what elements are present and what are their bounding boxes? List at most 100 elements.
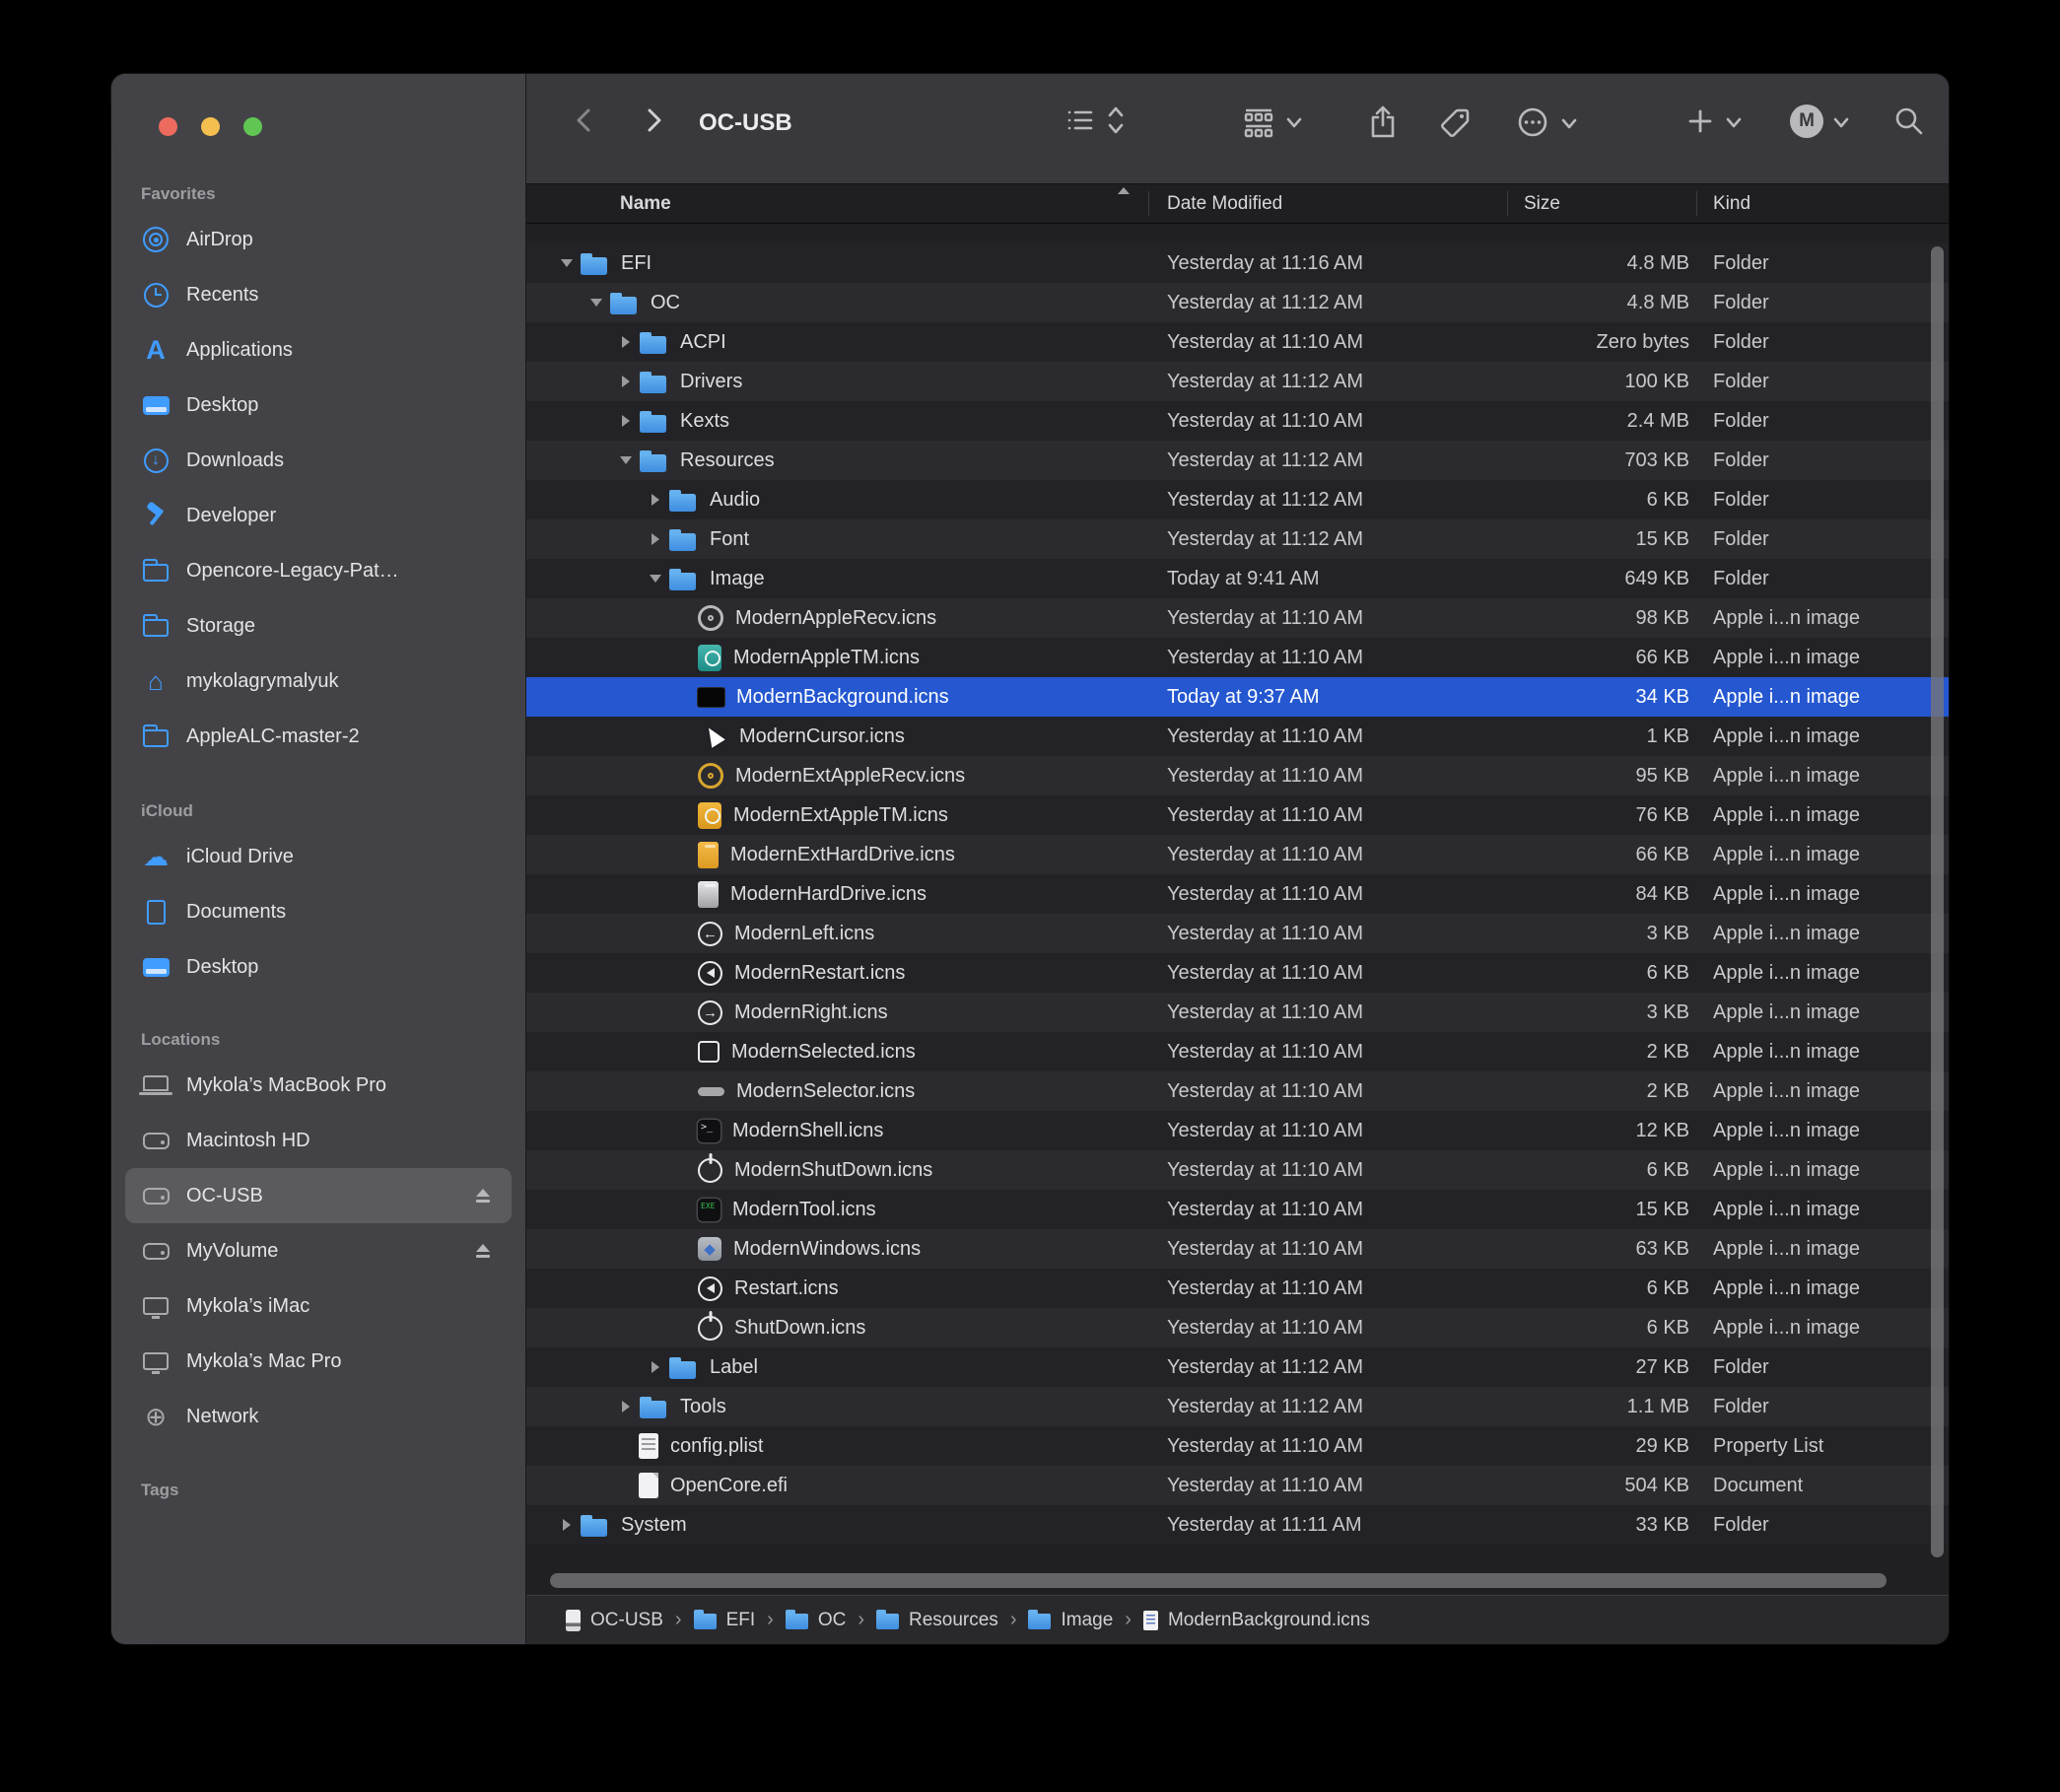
sidebar-item-myvolume[interactable]: MyVolume	[125, 1223, 512, 1278]
column-header-date-modified[interactable]: Date Modified	[1167, 184, 1282, 224]
column-divider[interactable]	[1148, 191, 1149, 216]
breadcrumb-item[interactable]: Resources	[876, 1610, 998, 1631]
sidebar-item-mykolagrymalyuk[interactable]: ⌂mykolagrymalyuk	[125, 654, 512, 709]
file-row[interactable]: Restart.icnsYesterday at 11:10 AM6 KBApp…	[526, 1269, 1949, 1308]
file-row[interactable]: ModernSelected.icnsYesterday at 11:10 AM…	[526, 1032, 1949, 1071]
sidebar-item-storage[interactable]: Storage	[125, 598, 512, 654]
file-row[interactable]: ModernExtAppleTM.icnsYesterday at 11:10 …	[526, 795, 1949, 835]
disclosure-down-icon[interactable]	[643, 559, 668, 598]
file-row[interactable]: ModernRestart.icnsYesterday at 11:10 AM6…	[526, 953, 1949, 993]
share-button[interactable]	[1366, 103, 1400, 141]
eject-icon[interactable]	[474, 1188, 492, 1205]
file-row[interactable]: ModernExtAppleRecv.icnsYesterday at 11:1…	[526, 756, 1949, 795]
file-row[interactable]: ModernTool.icnsYesterday at 11:10 AM15 K…	[526, 1190, 1949, 1229]
disclosure-right-icon[interactable]	[613, 1387, 639, 1426]
sidebar-item-mykola-s-macbook-pro[interactable]: Mykola’s MacBook Pro	[125, 1058, 512, 1113]
breadcrumb-item[interactable]: Image	[1028, 1610, 1113, 1631]
file-row[interactable]: ModernSelector.icnsYesterday at 11:10 AM…	[526, 1071, 1949, 1111]
file-kind: Apple i...n image	[1713, 953, 1860, 993]
group-by-button[interactable]	[1241, 103, 1304, 139]
file-row[interactable]: LabelYesterday at 11:12 AM27 KBFolder	[526, 1347, 1949, 1387]
breadcrumb-item[interactable]: OC	[786, 1610, 847, 1631]
breadcrumb-item[interactable]: OC-USB	[566, 1610, 663, 1631]
file-kind: Apple i...n image	[1713, 756, 1860, 795]
sidebar-item-documents[interactable]: Documents	[125, 884, 512, 939]
file-row[interactable]: FontYesterday at 11:12 AM15 KBFolder	[526, 519, 1949, 559]
tags-button[interactable]	[1437, 103, 1475, 141]
file-row[interactable]: ModernExtHardDrive.icnsYesterday at 11:1…	[526, 835, 1949, 874]
eject-icon[interactable]	[474, 1243, 492, 1260]
column-divider[interactable]	[1507, 191, 1508, 216]
new-folder-button[interactable]	[1684, 103, 1744, 139]
sidebar-item-desktop[interactable]: Desktop	[125, 378, 512, 433]
sidebar-item-airdrop[interactable]: AirDrop	[125, 212, 512, 267]
forward-button[interactable]	[639, 103, 668, 137]
sidebar-item-macintosh-hd[interactable]: Macintosh HD	[125, 1113, 512, 1168]
file-row[interactable]: ModernLeft.icnsYesterday at 11:10 AM3 KB…	[526, 914, 1949, 953]
file-row[interactable]: ModernHardDrive.icnsYesterday at 11:10 A…	[526, 874, 1949, 914]
file-row[interactable]: config.plistYesterday at 11:10 AM29 KBPr…	[526, 1426, 1949, 1466]
sidebar-item-network[interactable]: ⊕Network	[125, 1389, 512, 1444]
file-row[interactable]: ModernCursor.icnsYesterday at 11:10 AM1 …	[526, 717, 1949, 756]
file-row[interactable]: ToolsYesterday at 11:12 AM1.1 MBFolder	[526, 1387, 1949, 1426]
disclosure-down-icon[interactable]	[613, 441, 639, 480]
file-row[interactable]: AudioYesterday at 11:12 AM6 KBFolder	[526, 480, 1949, 519]
column-header-kind[interactable]: Kind	[1713, 184, 1751, 224]
disclosure-right-icon[interactable]	[613, 401, 639, 441]
sidebar-item-opencore-legacy-pat-[interactable]: Opencore-Legacy-Pat…	[125, 543, 512, 598]
file-row[interactable]: ModernShell.icnsYesterday at 11:10 AM12 …	[526, 1111, 1949, 1150]
file-row[interactable]: SystemYesterday at 11:11 AM33 KBFolder	[526, 1505, 1949, 1545]
sidebar-item-downloads[interactable]: ↓Downloads	[125, 433, 512, 488]
file-name-label: ModernTool.icns	[732, 1199, 876, 1221]
sidebar-item-applealc-master-2[interactable]: AppleALC-master-2	[125, 709, 512, 764]
column-header-size[interactable]: Size	[1524, 184, 1560, 224]
sidebar-item-mykola-s-imac[interactable]: Mykola’s iMac	[125, 1278, 512, 1334]
disclosure-right-icon[interactable]	[554, 1505, 580, 1545]
file-row[interactable]: EFIYesterday at 11:16 AM4.8 MBFolder	[526, 243, 1949, 283]
disclosure-right-icon[interactable]	[643, 480, 668, 519]
sidebar-item-icloud-drive[interactable]: ☁iCloud Drive	[125, 829, 512, 884]
disclosure-right-icon[interactable]	[613, 362, 639, 401]
column-header-name[interactable]: Name	[620, 184, 671, 224]
sidebar-item-applications[interactable]: AApplications	[125, 322, 512, 378]
file-date-modified: Yesterday at 11:10 AM	[1167, 1071, 1363, 1111]
file-row[interactable]: OpenCore.efiYesterday at 11:10 AM504 KBD…	[526, 1466, 1949, 1505]
sidebar-item-mykola-s-mac-pro[interactable]: Mykola’s Mac Pro	[125, 1334, 512, 1389]
breadcrumb-item[interactable]: EFI	[694, 1610, 756, 1631]
zoom-window-button[interactable]	[243, 117, 262, 136]
disclosure-right-icon[interactable]	[613, 322, 639, 362]
folder-icon	[141, 722, 171, 751]
file-row[interactable]: ResourcesYesterday at 11:12 AM703 KBFold…	[526, 441, 1949, 480]
sidebar-item-developer[interactable]: Developer	[125, 488, 512, 543]
breadcrumb-item[interactable]: ModernBackground.icns	[1143, 1610, 1370, 1631]
file-row[interactable]: KextsYesterday at 11:10 AM2.4 MBFolder	[526, 401, 1949, 441]
file-row[interactable]: ModernShutDown.icnsYesterday at 11:10 AM…	[526, 1150, 1949, 1190]
file-row[interactable]: ShutDown.icnsYesterday at 11:10 AM6 KBAp…	[526, 1308, 1949, 1347]
sidebar-item-oc-usb[interactable]: OC-USB	[125, 1168, 512, 1223]
file-row[interactable]: ModernBackground.icnsToday at 9:37 AM34 …	[526, 677, 1949, 717]
file-row[interactable]: ModernAppleRecv.icnsYesterday at 11:10 A…	[526, 598, 1949, 638]
file-row[interactable]: OCYesterday at 11:12 AM4.8 MBFolder	[526, 283, 1949, 322]
sidebar-item-desktop[interactable]: Desktop	[125, 939, 512, 995]
account-button[interactable]: M	[1790, 103, 1851, 139]
more-actions-button[interactable]	[1514, 103, 1579, 141]
file-row[interactable]: ModernRight.icnsYesterday at 11:10 AM3 K…	[526, 993, 1949, 1032]
column-divider[interactable]	[1696, 191, 1697, 216]
search-button[interactable]	[1891, 103, 1927, 139]
vertical-scrollbar[interactable]	[1931, 246, 1944, 1557]
file-row[interactable]: ACPIYesterday at 11:10 AMZero bytesFolde…	[526, 322, 1949, 362]
sidebar-item-recents[interactable]: Recents	[125, 267, 512, 322]
disclosure-down-icon[interactable]	[554, 243, 580, 283]
minimize-window-button[interactable]	[201, 117, 220, 136]
file-row[interactable]: DriversYesterday at 11:12 AM100 KBFolder	[526, 362, 1949, 401]
view-mode-button[interactable]	[1064, 103, 1127, 137]
back-button[interactable]	[570, 103, 599, 137]
file-row[interactable]: ImageToday at 9:41 AM649 KBFolder	[526, 559, 1949, 598]
disclosure-right-icon[interactable]	[643, 1347, 668, 1387]
file-row[interactable]: ModernWindows.icnsYesterday at 11:10 AM6…	[526, 1229, 1949, 1269]
disclosure-down-icon[interactable]	[584, 283, 609, 322]
horizontal-scrollbar[interactable]	[550, 1573, 1887, 1588]
file-row[interactable]: ModernAppleTM.icnsYesterday at 11:10 AM6…	[526, 638, 1949, 677]
disclosure-right-icon[interactable]	[643, 519, 668, 559]
close-window-button[interactable]	[159, 117, 177, 136]
